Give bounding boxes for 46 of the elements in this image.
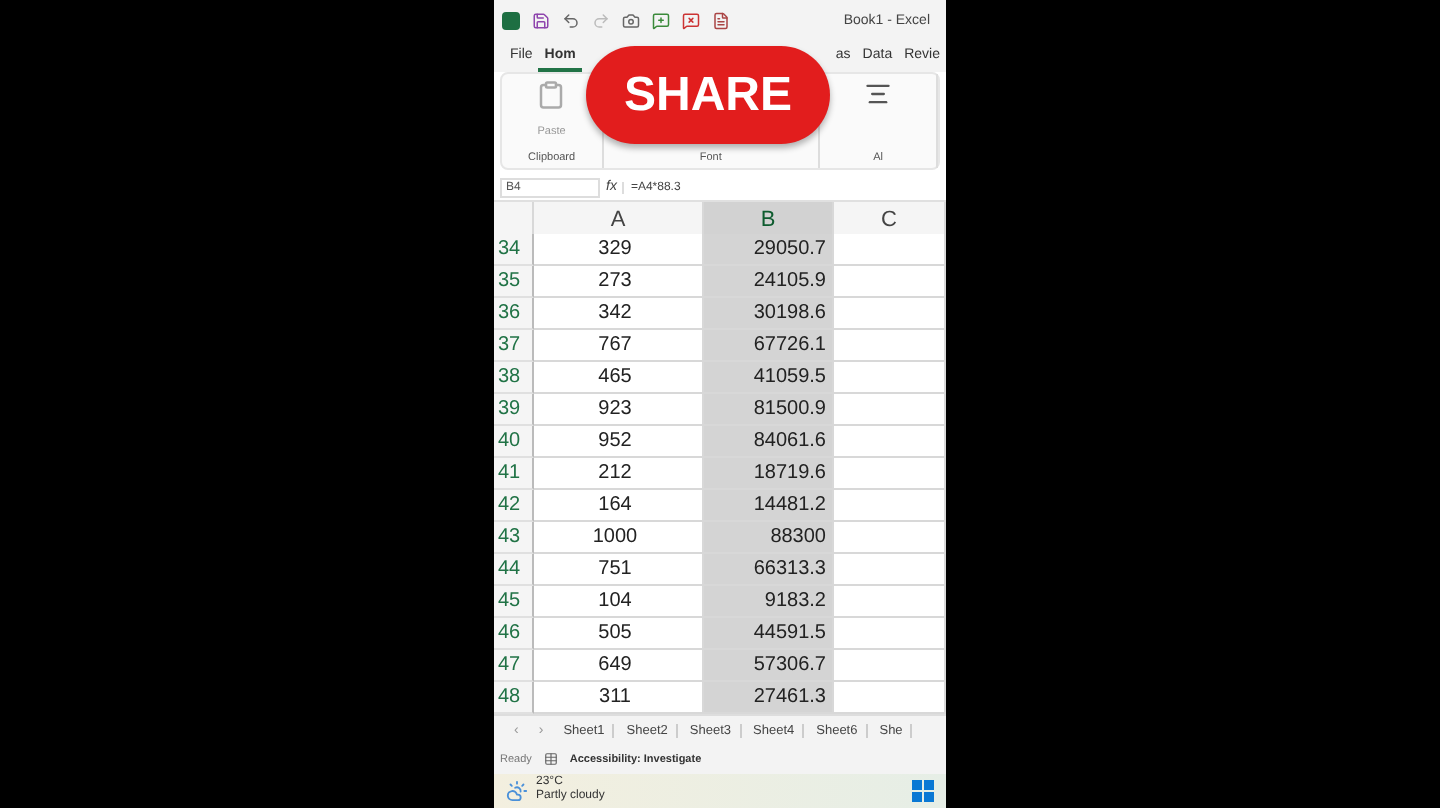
row-number: 41: [494, 458, 534, 491]
row-number: 36: [494, 298, 534, 331]
table-cell: 30198.6: [704, 298, 834, 331]
table-cell: 952: [534, 426, 704, 459]
table-cell: 767: [534, 330, 704, 363]
table-cell: 311: [534, 682, 704, 715]
table-cell: 84061.6: [704, 426, 834, 459]
table-cell: 27461.3: [704, 682, 834, 715]
table-cell: 164: [534, 490, 704, 523]
table-cell: 465: [534, 362, 704, 395]
table-cell: 57306.7: [704, 650, 834, 683]
table-cell: 29050.7: [704, 234, 834, 267]
table-cell: 104: [534, 586, 704, 619]
row-number: 34: [494, 234, 534, 267]
table-cell: 649: [534, 650, 704, 683]
table-cell: 81500.9: [704, 394, 834, 427]
row-number: 45: [494, 586, 534, 619]
table-cell: 273: [534, 266, 704, 299]
table-cell: 9183.2: [704, 586, 834, 619]
table-cell: 505: [534, 618, 704, 651]
row-number: 47: [494, 650, 534, 683]
table-cell: 751: [534, 554, 704, 587]
row-number: 38: [494, 362, 534, 395]
row-number: 44: [494, 554, 534, 587]
table-cell: 329: [534, 234, 704, 267]
table-cell: 66313.3: [704, 554, 834, 587]
row-number: 39: [494, 394, 534, 427]
table-cell: 923: [534, 394, 704, 427]
table-cell: 44591.5: [704, 618, 834, 651]
share-button[interactable]: SHARE: [586, 46, 830, 144]
row-number: 40: [494, 426, 534, 459]
table-cell: 14481.2: [704, 490, 834, 523]
table-cell: 1000: [534, 522, 704, 555]
table-cell: 18719.6: [704, 458, 834, 491]
row-number: 35: [494, 266, 534, 299]
row-number: 43: [494, 522, 534, 555]
table-cell: 88300: [704, 522, 834, 555]
row-number: 42: [494, 490, 534, 523]
table-cell: 41059.5: [704, 362, 834, 395]
table-cell: 212: [534, 458, 704, 491]
table-cell: 67726.1: [704, 330, 834, 363]
table-cell: 342: [534, 298, 704, 331]
table-cell: 24105.9: [704, 266, 834, 299]
row-number: 48: [494, 682, 534, 715]
row-number: 37: [494, 330, 534, 363]
row-number: 46: [494, 618, 534, 651]
